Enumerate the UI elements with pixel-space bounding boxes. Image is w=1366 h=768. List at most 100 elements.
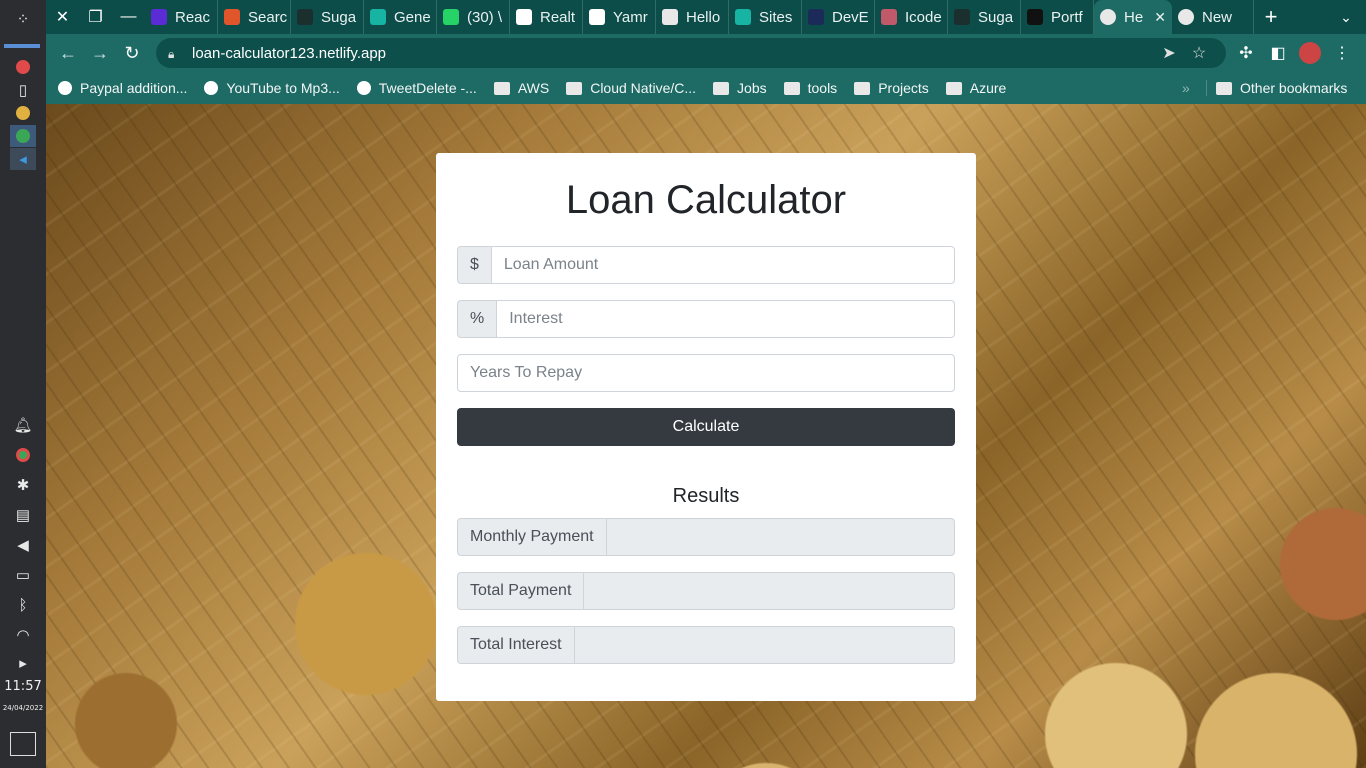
bookmark-item[interactable]: YouTube to Mp3... [204, 80, 340, 96]
folder-icon [1216, 81, 1232, 95]
folder-icon [783, 81, 800, 95]
calculate-button[interactable]: Calculate [457, 408, 955, 446]
other-bookmarks[interactable]: Other bookmarks [1216, 80, 1347, 96]
tab-active[interactable]: He ✕ [1094, 0, 1172, 34]
chrome-icon[interactable] [10, 444, 36, 466]
bookmark-item[interactable]: Projects [854, 80, 929, 96]
tab-favicon-icon [808, 9, 824, 25]
total-payment-group: Total Payment [457, 572, 955, 610]
volume-icon[interactable]: ◀︎ [10, 534, 36, 556]
tab-label: Portf [1051, 8, 1083, 26]
bluetooth-icon[interactable]: ᛒ [10, 594, 36, 616]
tab[interactable]: Portf [1021, 0, 1094, 34]
url-text[interactable]: loan-calculator123.netlify.app [192, 45, 1154, 62]
minimize-window-icon[interactable]: — [112, 0, 145, 34]
bookmark-item[interactable]: Jobs [713, 80, 767, 96]
bookmark-item[interactable]: Azure [945, 80, 1006, 96]
tab-favicon-icon [516, 9, 532, 25]
folder-icon [945, 81, 962, 95]
back-button[interactable]: ← [52, 37, 84, 69]
app-icon-2[interactable] [10, 102, 36, 124]
bookmark-item[interactable]: TweetDelete -... [356, 80, 477, 96]
tab[interactable]: Sites [729, 0, 802, 34]
tab-label: Searc [248, 8, 288, 26]
tab-label: (30) \ [467, 8, 503, 26]
tab-list: Reac Searc Suga Gene (30) \ Realt Yamr Hello Sit… [145, 0, 1094, 34]
bookmark-item[interactable]: Cloud Native/C... [566, 80, 696, 96]
bookmark-item[interactable]: tools [783, 80, 837, 96]
tab-close-icon[interactable]: ✕ [1154, 9, 1166, 26]
loan-amount-group: $ [457, 246, 955, 284]
years-to-repay-input[interactable] [457, 354, 955, 392]
page-background: Loan Calculator $ % Calculate Results Mo… [46, 104, 1366, 768]
bookmark-item[interactable]: AWS [493, 80, 549, 96]
tab[interactable]: Realt [510, 0, 583, 34]
notification-icon[interactable]: 🔔︎ [10, 414, 36, 436]
address-bar[interactable]: 🔒︎ loan-calculator123.netlify.app ➤ ☆ [156, 38, 1226, 68]
folder-icon [566, 81, 583, 95]
tab[interactable]: (30) \ [437, 0, 510, 34]
app-icon-1[interactable] [10, 56, 36, 78]
clipboard-icon[interactable]: ▤ [10, 504, 36, 526]
side-panel-icon[interactable]: ◧ [1262, 43, 1294, 63]
loan-amount-input[interactable] [490, 246, 955, 284]
total-interest-label: Total Interest [457, 626, 574, 664]
page-title: Loan Calculator [565, 178, 847, 222]
files-icon[interactable]: ▯ [10, 79, 36, 101]
clock-time[interactable]: 11:57 [0, 679, 46, 694]
tab-label: Yamr [613, 8, 648, 26]
tab-label: Sites [759, 8, 793, 26]
bluetooth-status-icon[interactable]: ✱ [10, 474, 36, 496]
vscode-taskbar-icon[interactable]: ◂ [10, 148, 36, 170]
bookmark-favicon-icon [204, 81, 219, 95]
expand-arrow-icon[interactable]: ▸ [10, 652, 36, 674]
tab-strip: ✕ ❐ — Reac Searc Suga Gene (30) \ Realt Yamr He… [46, 0, 1366, 34]
bookmark-label: Projects [878, 80, 929, 96]
tab[interactable]: Gene [364, 0, 437, 34]
wifi-icon[interactable]: ◠ [10, 624, 36, 646]
folder-icon [713, 81, 730, 95]
tab[interactable]: Searc [218, 0, 291, 34]
tab[interactable]: Reac [145, 0, 218, 34]
tab[interactable]: Icode [875, 0, 948, 34]
extensions-icon[interactable]: ✣ [1230, 43, 1262, 63]
menu-kebab-icon[interactable]: ⋮ [1326, 43, 1358, 63]
tab-label: DevE [832, 8, 869, 26]
forward-button[interactable]: → [84, 37, 116, 69]
new-tab-button[interactable]: + [1254, 4, 1288, 30]
globe-icon [1178, 9, 1194, 25]
interest-input[interactable] [496, 300, 955, 338]
tab[interactable]: Suga [291, 0, 364, 34]
bookmark-item[interactable]: Paypal addition... [58, 80, 187, 96]
reload-button[interactable]: ↻ [116, 37, 148, 69]
tab-favicon-icon [954, 9, 970, 25]
show-desktop-button[interactable] [10, 732, 36, 756]
close-window-icon[interactable]: ✕ [46, 0, 79, 34]
bookmark-star-icon[interactable]: ☆ [1184, 43, 1214, 63]
tab-new-page[interactable]: New [1172, 0, 1254, 34]
tab-favicon-icon [151, 9, 167, 25]
tab[interactable]: Yamr [583, 0, 656, 34]
restore-window-icon[interactable]: ❐ [79, 0, 112, 34]
clock-date: 24/04/2022 [2, 704, 44, 712]
profile-avatar[interactable] [1299, 42, 1321, 64]
send-icon[interactable]: ➤ [1154, 43, 1184, 63]
battery-icon[interactable]: ▭ [10, 564, 36, 586]
bookmarks-overflow-icon[interactable]: » [1182, 80, 1190, 96]
tab-favicon-icon [881, 9, 897, 25]
dollar-addon: $ [457, 246, 491, 284]
tab[interactable]: DevE [802, 0, 875, 34]
tab[interactable]: Hello [656, 0, 729, 34]
tab-label: Gene [394, 8, 431, 26]
globe-icon [1100, 9, 1116, 25]
bookmark-label: YouTube to Mp3... [226, 80, 340, 96]
tab-favicon-icon [589, 9, 605, 25]
tab-search-icon[interactable]: ⌄ [1326, 9, 1366, 26]
lock-icon[interactable]: 🔒︎ [168, 47, 180, 61]
chrome-taskbar-icon[interactable] [10, 125, 36, 147]
loan-calculator-card: Loan Calculator $ % Calculate Results Mo… [436, 153, 976, 701]
bookmark-favicon-icon [356, 81, 371, 95]
tab[interactable]: Suga [948, 0, 1021, 34]
activities-icon[interactable]: ⁘ [10, 8, 36, 30]
bookmark-favicon-icon [58, 81, 72, 95]
